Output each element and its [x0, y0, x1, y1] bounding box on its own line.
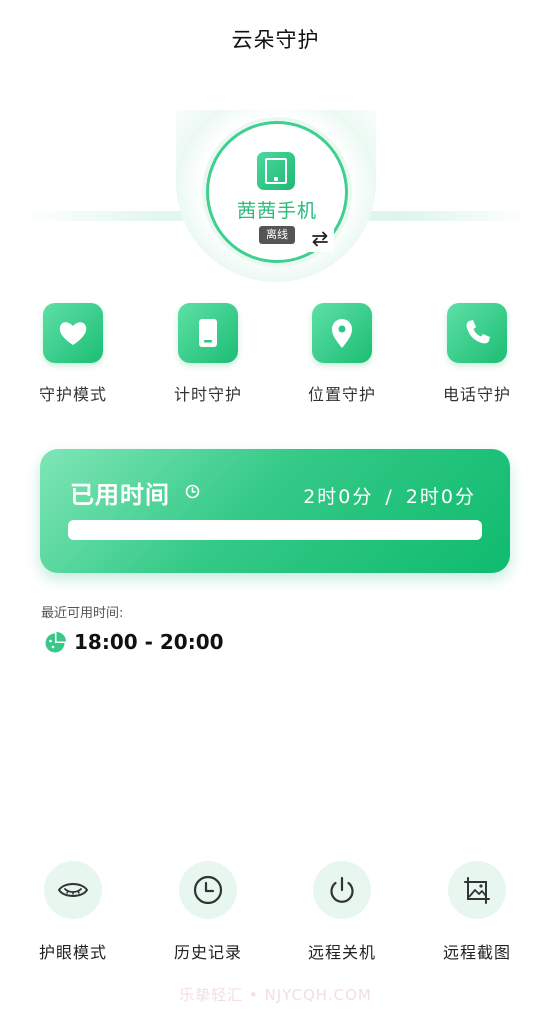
feature-label: 位置守护	[307, 385, 376, 404]
usage-title: 已用时间	[70, 481, 170, 509]
swap-icon[interactable]	[306, 226, 334, 252]
watermark: 乐挚轻汇 • NJYCQH.COM	[179, 986, 372, 1004]
usage-card[interactable]: 已用时间 2时0分 / 2时0分	[40, 449, 510, 573]
usage-total: 2时0分	[405, 486, 476, 508]
usage-separator: /	[385, 486, 394, 508]
usage-values: 2时0分 / 2时0分	[303, 482, 476, 509]
tool-eye-care-mode[interactable]: 护眼模式	[18, 861, 128, 963]
power-icon	[313, 861, 371, 919]
tool-remote-shutdown[interactable]: 远程关机	[287, 861, 397, 963]
location-pin-icon	[312, 303, 372, 363]
feature-label: 电话守护	[442, 385, 511, 404]
tablet-icon	[257, 152, 295, 190]
phone-timer-icon	[178, 303, 238, 363]
feature-label: 守护模式	[38, 385, 107, 404]
screenshot-icon	[448, 861, 506, 919]
heart-icon	[43, 303, 103, 363]
tool-history[interactable]: 历史记录	[153, 861, 263, 963]
device-name: 茜茜手机	[236, 200, 317, 222]
feature-timer-guard[interactable]: 计时守护	[153, 303, 263, 405]
usage-progress-fill	[68, 520, 482, 540]
tool-label: 护眼模式	[38, 943, 107, 962]
phone-call-icon	[447, 303, 507, 363]
recent-available-label: 最近可用时间:	[41, 606, 124, 621]
tool-label: 远程关机	[307, 943, 376, 962]
feature-location-guard[interactable]: 位置守护	[287, 303, 397, 405]
clock-icon	[179, 861, 237, 919]
feature-guard-mode[interactable]: 守护模式	[18, 303, 128, 405]
usage-used: 2时0分	[303, 486, 374, 508]
tool-label: 远程截图	[442, 943, 511, 962]
available-time-range: 18:00 - 20:00	[74, 630, 224, 654]
page-title: 云朵守护	[231, 28, 320, 52]
pie-chart-icon	[45, 632, 66, 653]
feature-label: 计时守护	[173, 385, 242, 404]
tool-remote-screenshot[interactable]: 远程截图	[422, 861, 532, 963]
eye-icon	[44, 861, 102, 919]
usage-progress-bar	[68, 520, 482, 540]
feature-phone-guard[interactable]: 电话守护	[422, 303, 532, 405]
clock-small-icon	[185, 484, 200, 499]
tool-label: 历史记录	[173, 943, 242, 962]
status-badge: 离线	[259, 226, 295, 244]
